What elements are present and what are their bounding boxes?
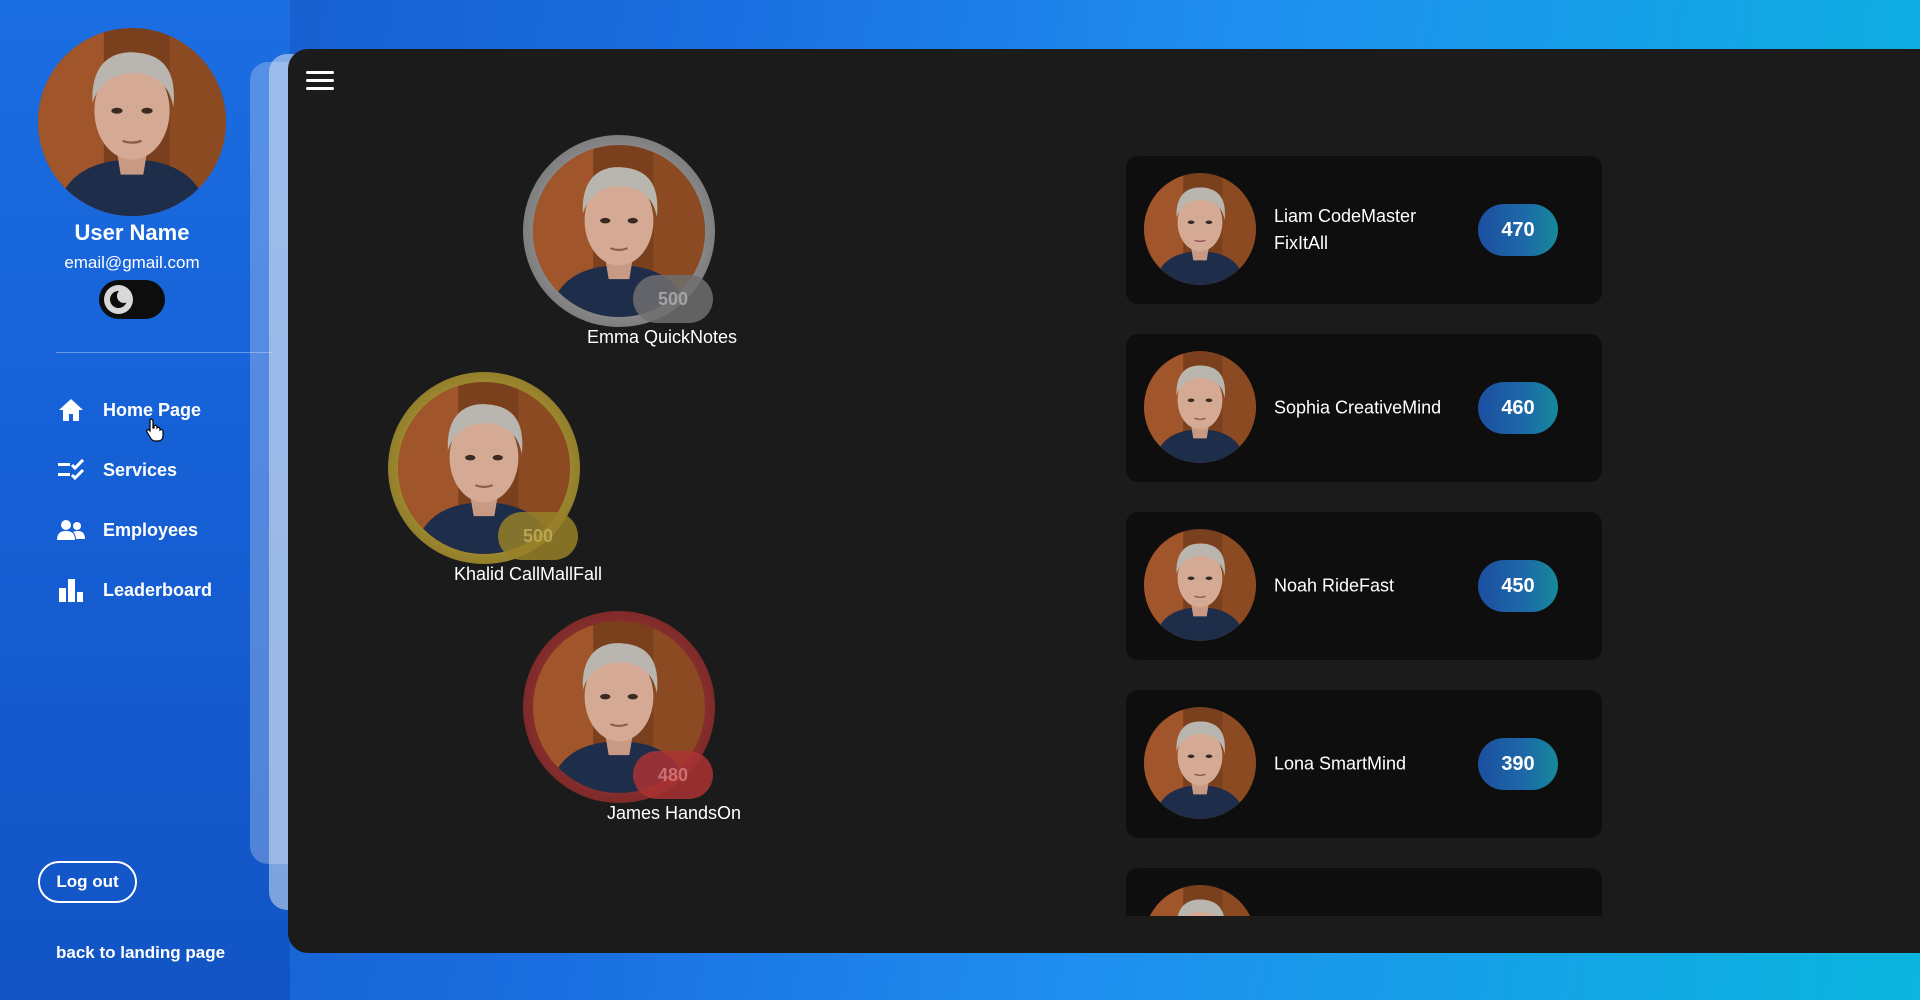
- list-item[interactable]: [1126, 868, 1602, 916]
- avatar: [1144, 351, 1256, 463]
- leaderboard-list[interactable]: Liam CodeMaster FixItAll 470 Sophia Crea…: [1126, 156, 1602, 916]
- home-icon: [56, 397, 86, 423]
- list-item[interactable]: Lona SmartMind 390: [1126, 690, 1602, 838]
- podium-first[interactable]: 500: [523, 135, 715, 327]
- sidebar: User Name email@gmail.com Home Page Serv…: [0, 0, 290, 1000]
- sidebar-item-employees[interactable]: Employees: [56, 515, 212, 545]
- score-badge: 390: [1478, 738, 1558, 790]
- sidebar-item-label: Leaderboard: [103, 579, 213, 600]
- sidebar-item-leaderboard[interactable]: Leaderboard: [56, 575, 212, 605]
- people-icon: [56, 517, 86, 543]
- user-name: User Name: [74, 220, 190, 245]
- podium-third[interactable]: 480: [523, 611, 715, 803]
- avatar: [1144, 529, 1256, 641]
- sidebar-item-label: Services: [103, 459, 178, 480]
- list-item[interactable]: Noah RideFast 450: [1126, 512, 1602, 660]
- sidebar-item-home[interactable]: Home Page: [56, 395, 212, 425]
- employee-name: Sophia CreativeMind: [1274, 397, 1442, 418]
- sidebar-item-label: Employees: [103, 519, 199, 540]
- score-badge: 460: [1478, 382, 1558, 434]
- sidebar-divider: [56, 352, 272, 353]
- score-badge: 480: [633, 751, 713, 799]
- hand-cursor-icon: [146, 418, 164, 447]
- podium-name: James HandsOn: [607, 803, 742, 823]
- podium-name: Emma QuickNotes: [587, 327, 738, 347]
- theme-toggle[interactable]: [99, 280, 165, 319]
- score-badge: 500: [633, 275, 713, 323]
- sidebar-item-services[interactable]: Services: [56, 455, 212, 485]
- back-to-landing-link[interactable]: back to landing page: [56, 943, 225, 963]
- podium-second[interactable]: 500: [388, 372, 580, 564]
- score-badge: 500: [498, 512, 578, 560]
- avatar: [1144, 885, 1256, 916]
- employee-name: Liam CodeMaster FixItAll: [1274, 206, 1417, 253]
- checklist-icon: [56, 457, 86, 483]
- employee-name: Lona SmartMind: [1274, 753, 1407, 774]
- menu-icon[interactable]: [306, 71, 334, 93]
- sidebar-nav: Home Page Services Employees Leaderboard: [56, 395, 212, 635]
- employee-name: Noah RideFast: [1274, 575, 1395, 596]
- list-item[interactable]: Sophia CreativeMind 460: [1126, 334, 1602, 482]
- score-badge: 450: [1478, 560, 1558, 612]
- avatar: [1144, 173, 1256, 285]
- main-panel: 500 Emma QuickNotes 500 Khalid CallMallF…: [288, 49, 1920, 953]
- user-email: email@gmail.com: [64, 253, 200, 272]
- avatar[interactable]: [38, 28, 226, 216]
- podium-name: Khalid CallMallFall: [454, 564, 603, 584]
- logout-button[interactable]: Log out: [38, 861, 137, 903]
- bar-chart-icon: [56, 577, 86, 603]
- score-badge: 470: [1478, 204, 1558, 256]
- moon-icon: [104, 285, 133, 314]
- avatar: [1144, 707, 1256, 819]
- list-item[interactable]: Liam CodeMaster FixItAll 470: [1126, 156, 1602, 304]
